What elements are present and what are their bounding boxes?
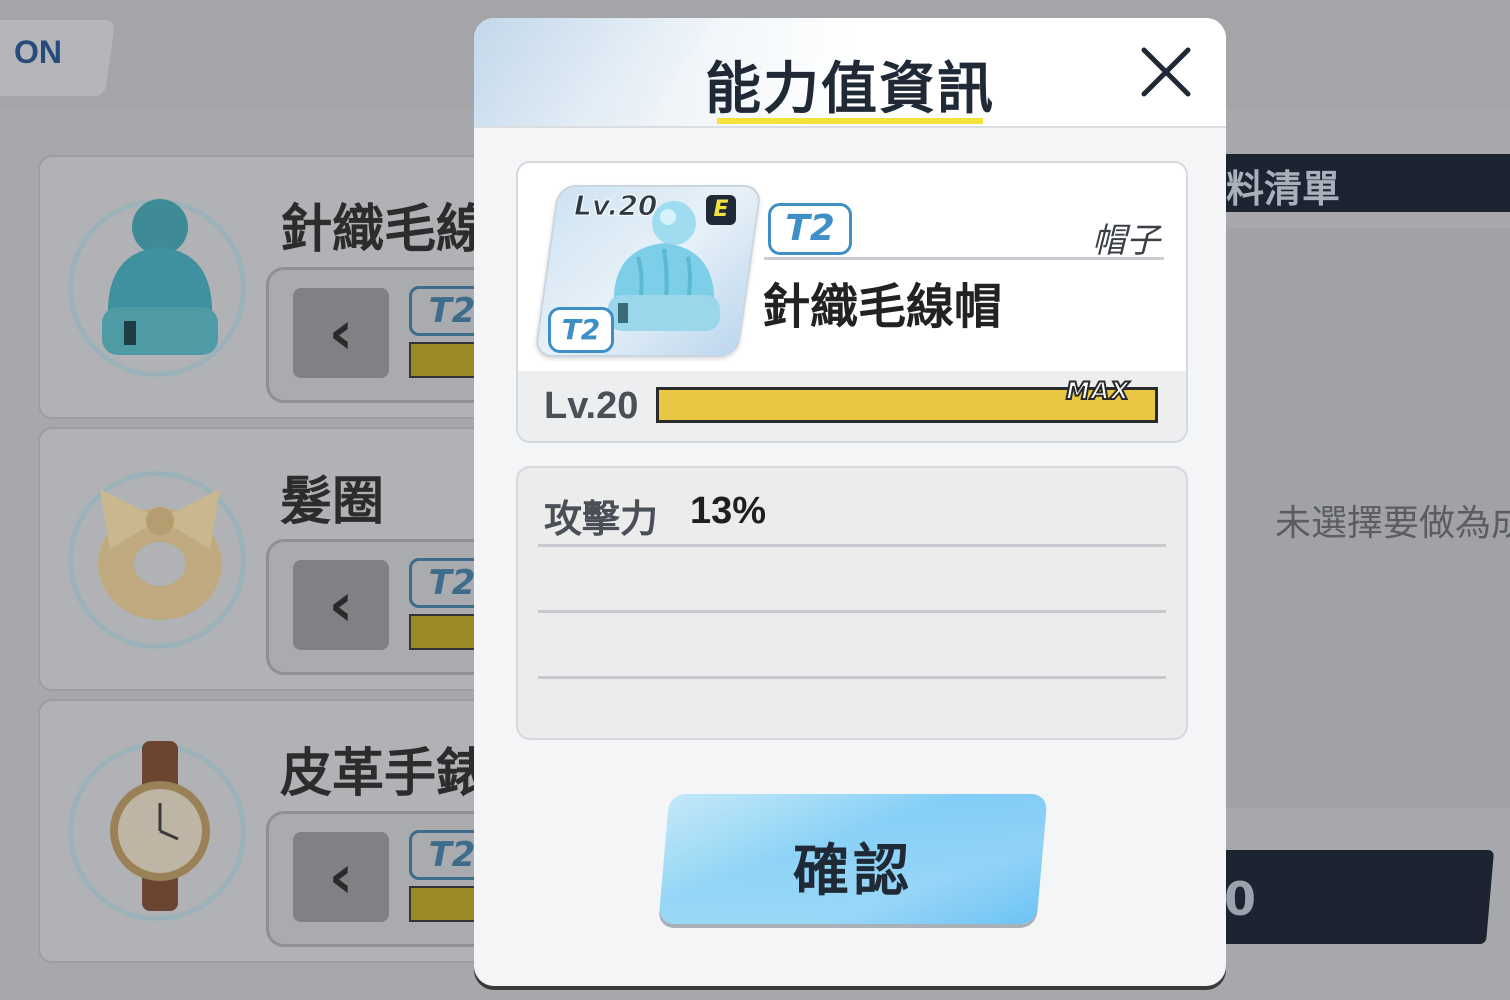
level-label: Lv.20: [544, 385, 639, 427]
equipped-badge: E: [706, 195, 736, 225]
item-info-card: Lv.20 E T2 T2 帽子 針織毛線帽 Lv.20 MAX: [516, 161, 1188, 443]
item-name: 針織毛線帽: [762, 279, 1003, 335]
background-equipment-item: 皮革手錶 ‹ T2: [38, 699, 533, 963]
item-type: 帽子: [1092, 221, 1160, 261]
background-mode-tab-label: ON: [14, 34, 62, 70]
max-level-badge: MAX: [1065, 376, 1130, 406]
background-action-button-label: 0: [1224, 872, 1257, 926]
background-item-name: 髮圈: [280, 472, 385, 532]
background-equipment-item: 針織毛線 ‹ T2: [38, 155, 533, 419]
stat-row: [538, 610, 1166, 679]
stats-info-dialog: 能力值資訊 Lv.20 E T2 T2 帽子 針織毛線帽 Lv.20 MAX 攻…: [474, 18, 1226, 986]
background-material-list-title: 料清單: [1226, 167, 1341, 211]
chevron-left-icon: ‹: [293, 560, 389, 650]
background-empty-message: 未選擇要做為成: [1275, 503, 1510, 544]
background-equipment-item: 髮圈 ‹ T2: [38, 427, 533, 691]
stat-value: 13%: [690, 490, 767, 532]
item-icon-tier-badge: T2: [548, 307, 614, 353]
stat-name: 攻擊力: [544, 497, 659, 541]
confirm-button[interactable]: 確認: [658, 794, 1048, 924]
close-button[interactable]: [1134, 40, 1198, 104]
background-item-name: 針織毛線: [280, 200, 489, 260]
dialog-title: 能力值資訊: [705, 57, 995, 122]
scrunchie-icon: [90, 469, 230, 639]
close-icon: [1141, 47, 1191, 97]
chevron-left-icon: ‹: [293, 832, 389, 922]
title-underline: [717, 118, 983, 124]
watch-icon: [90, 741, 230, 911]
item-tier-badge: T2: [768, 203, 852, 255]
knit-hat-icon: [90, 197, 230, 367]
background-item-name: 皮革手錶: [280, 744, 489, 804]
item-divider: [764, 257, 1164, 260]
chevron-left-icon: ‹: [293, 288, 389, 378]
item-level-badge: Lv.20: [573, 189, 658, 223]
dialog-header: 能力值資訊: [474, 18, 1226, 128]
stat-row: [538, 544, 1166, 613]
confirm-button-label: 確認: [793, 839, 913, 904]
stats-list: 攻擊力 13%: [516, 466, 1188, 740]
stat-row: 攻擊力 13%: [538, 478, 1166, 547]
